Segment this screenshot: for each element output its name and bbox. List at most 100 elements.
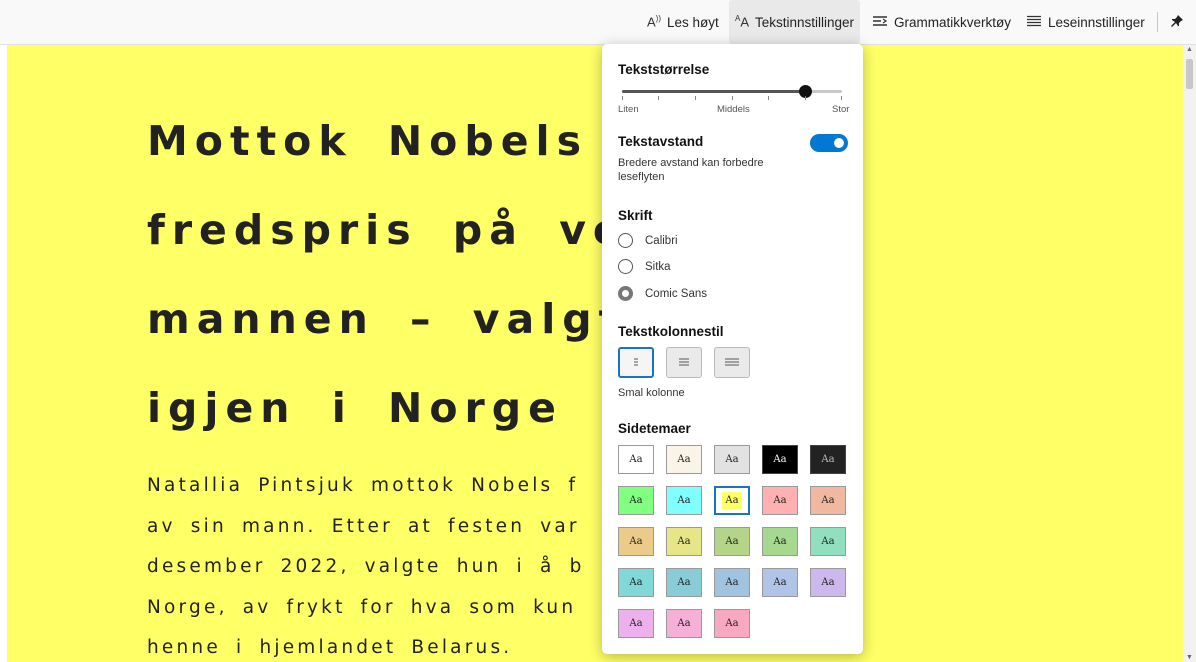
font-option-label: Calibri <box>645 234 678 247</box>
theme-swatch[interactable]: Aa <box>762 568 798 597</box>
slider-tick <box>841 96 842 100</box>
theme-swatch[interactable]: Aa <box>762 445 798 474</box>
slider-label-large: Stor <box>832 104 850 115</box>
narrow-column-button[interactable] <box>618 347 654 378</box>
text-settings-panel: Tekststørrelse Liten Middels Stor Teksta… <box>602 44 863 654</box>
reader-toolbar: A)) Les høyt AA Tekstinnstillinger Gramm… <box>0 0 1196 45</box>
body-line: av sin mann. Etter at festen var <box>147 515 580 537</box>
font-option-comic-sans[interactable]: Comic Sans <box>618 286 707 301</box>
scroll-up-icon[interactable]: ▲ <box>1186 46 1193 53</box>
theme-swatch[interactable]: Aa <box>618 527 654 556</box>
theme-swatch[interactable]: Aa <box>762 527 798 556</box>
grammar-icon <box>872 15 888 30</box>
pin-button[interactable] <box>1170 0 1184 44</box>
font-option-calibri[interactable]: Calibri <box>618 233 678 248</box>
theme-swatch[interactable]: Aa <box>810 445 846 474</box>
read-aloud-label: Les høyt <box>667 14 719 30</box>
theme-swatch-label: Aa <box>821 495 835 506</box>
theme-swatch[interactable]: Aa <box>714 527 750 556</box>
font-option-sitka[interactable]: Sitka <box>618 259 671 274</box>
text-size-icon: AA <box>735 14 750 30</box>
text-spacing-heading: Tekstavstand <box>618 134 704 149</box>
theme-swatch-label: Aa <box>629 495 643 506</box>
theme-swatch-label: Aa <box>821 536 835 547</box>
page-themes-heading: Sidetemaer <box>618 421 691 436</box>
slider-tick <box>622 96 623 100</box>
theme-swatch[interactable]: Aa <box>666 445 702 474</box>
text-spacing-toggle[interactable] <box>810 134 848 152</box>
theme-swatch-label: Aa <box>773 536 787 547</box>
theme-swatch-label: Aa <box>821 577 835 588</box>
text-size-slider-fill <box>622 90 805 93</box>
text-settings-button[interactable]: AA Tekstinnstillinger <box>729 0 861 44</box>
font-heading: Skrift <box>618 208 653 223</box>
grammar-tools-label: Grammatikkverktøy <box>894 14 1012 30</box>
read-aloud-button[interactable]: A)) Les høyt <box>647 0 719 44</box>
theme-swatch[interactable]: Aa <box>618 609 654 638</box>
theme-swatch-label: Aa <box>677 577 691 588</box>
theme-swatch-label: Aa <box>629 618 643 629</box>
radio-icon <box>618 259 633 274</box>
theme-swatch[interactable]: Aa <box>762 486 798 515</box>
text-size-slider[interactable] <box>622 85 842 98</box>
theme-swatch-label: Aa <box>629 577 643 588</box>
theme-swatch-label: Aa <box>629 536 643 547</box>
theme-swatch[interactable]: Aa <box>666 527 702 556</box>
text-size-heading: Tekststørrelse <box>618 62 710 77</box>
reader-view: Mottok Nobels fredspris på ve mannen – v… <box>0 45 1196 662</box>
narrow-column-icon <box>634 358 638 365</box>
pin-icon <box>1170 14 1184 31</box>
scroll-down-icon[interactable]: ▼ <box>1186 654 1193 661</box>
theme-swatch[interactable]: Aa <box>714 486 750 515</box>
radio-selected-icon <box>618 286 633 301</box>
reading-preferences-button[interactable]: Leseinnstillinger <box>1026 0 1145 44</box>
theme-swatch[interactable]: Aa <box>714 568 750 597</box>
theme-swatch-label: Aa <box>725 454 739 465</box>
reading-page: Mottok Nobels fredspris på ve mannen – v… <box>7 45 1183 662</box>
theme-swatch[interactable]: Aa <box>666 568 702 597</box>
theme-swatch[interactable]: Aa <box>714 445 750 474</box>
theme-swatch[interactable]: Aa <box>666 486 702 515</box>
slider-tick <box>768 96 769 100</box>
radio-icon <box>618 233 633 248</box>
scrollbar-thumb[interactable] <box>1186 59 1193 89</box>
read-aloud-icon: A)) <box>647 14 661 30</box>
theme-swatch[interactable]: Aa <box>714 609 750 638</box>
theme-swatch[interactable]: Aa <box>618 568 654 597</box>
theme-swatch-label: Aa <box>773 454 787 465</box>
body-line: Norge, av frykt for hva som kun <box>147 596 577 618</box>
theme-swatch-label: Aa <box>677 495 691 506</box>
slider-tick <box>658 96 659 100</box>
grammar-tools-button[interactable]: Grammatikkverktøy <box>872 0 1011 44</box>
slider-tick <box>805 96 806 100</box>
wide-column-button[interactable] <box>714 347 750 378</box>
theme-swatch[interactable]: Aa <box>618 486 654 515</box>
theme-swatch-label: Aa <box>725 536 739 547</box>
theme-swatch-label: Aa <box>773 495 787 506</box>
body-line: henne i hjemlandet Belarus. <box>147 637 513 658</box>
reading-preferences-icon <box>1026 15 1042 30</box>
theme-swatch-label: Aa <box>821 454 835 465</box>
article-body: Natallia Pintsjuk mottok Nobels f av sin… <box>147 466 585 662</box>
theme-swatch[interactable]: Aa <box>810 568 846 597</box>
slider-label-medium: Middels <box>717 104 750 115</box>
medium-column-icon <box>679 358 689 365</box>
vertical-scrollbar[interactable]: ▲ ▼ <box>1183 45 1196 662</box>
toolbar-divider <box>1157 12 1158 32</box>
theme-swatch-label: Aa <box>677 454 691 465</box>
slider-tick <box>695 96 696 100</box>
body-line: Natallia Pintsjuk mottok Nobels f <box>147 475 579 496</box>
text-settings-label: Tekstinnstillinger <box>755 14 855 30</box>
medium-column-button[interactable] <box>666 347 702 378</box>
theme-swatch-label: Aa <box>725 495 739 506</box>
toggle-knob <box>834 138 844 148</box>
reading-preferences-label: Leseinnstillinger <box>1048 14 1145 30</box>
theme-swatch-label: Aa <box>677 618 691 629</box>
theme-swatch-label: Aa <box>773 577 787 588</box>
theme-swatch[interactable]: Aa <box>666 609 702 638</box>
theme-swatch-label: Aa <box>629 454 643 465</box>
theme-swatch[interactable]: Aa <box>618 445 654 474</box>
theme-swatch[interactable]: Aa <box>810 486 846 515</box>
theme-swatch[interactable]: Aa <box>810 527 846 556</box>
wide-column-icon <box>725 358 739 365</box>
